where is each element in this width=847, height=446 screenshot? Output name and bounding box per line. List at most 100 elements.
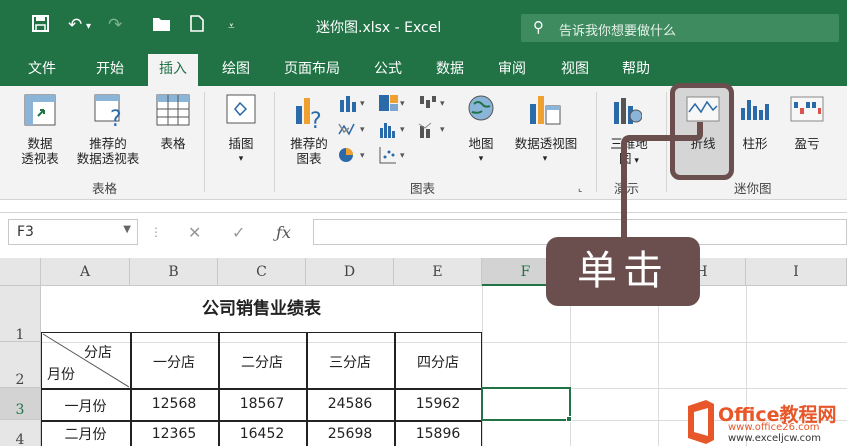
recommended-pivot-button[interactable]: 推荐的 数据透视表: [70, 136, 146, 166]
tell-me-search[interactable]: ⚲ 告诉我你想要做什么: [521, 14, 839, 42]
line-chart-icon[interactable]: ▾: [338, 120, 368, 142]
tab-view[interactable]: 视图: [551, 54, 599, 86]
table-icon[interactable]: [156, 94, 190, 130]
cell-c4[interactable]: 16452: [218, 426, 306, 442]
cell-e4[interactable]: 15896: [394, 426, 482, 442]
click-callout: 单击: [546, 237, 700, 306]
cell-b3[interactable]: 12568: [130, 396, 218, 412]
sparkline-column-button[interactable]: 柱形: [738, 136, 772, 151]
illustrations-button[interactable]: 插图: [224, 136, 258, 151]
col-header-i[interactable]: I: [746, 258, 847, 286]
insert-function-icon[interactable]: ƒx: [276, 223, 291, 242]
gridline: [658, 286, 659, 446]
enter-icon[interactable]: ✓: [232, 223, 245, 242]
maps-button[interactable]: 地图: [464, 136, 498, 151]
tab-file[interactable]: 文件: [18, 54, 66, 86]
col-header-c[interactable]: C: [218, 258, 306, 286]
tab-review[interactable]: 审阅: [488, 54, 536, 86]
pivot-table-icon[interactable]: [24, 94, 56, 130]
tab-insert[interactable]: 插入: [148, 54, 198, 86]
table-title: 公司销售业绩表: [202, 299, 321, 319]
svg-text:▾: ▾: [400, 99, 405, 109]
save-icon[interactable]: [32, 15, 49, 37]
cell-b4[interactable]: 12365: [130, 426, 218, 442]
col-header-b[interactable]: B: [130, 258, 218, 286]
cell-a3[interactable]: 一月份: [41, 396, 130, 416]
header-store-1: 一分店: [153, 355, 195, 371]
table-line: [41, 420, 482, 422]
svg-text:▾: ▾: [360, 125, 365, 135]
cell-d3[interactable]: 24586: [306, 396, 394, 412]
pie-chart-icon[interactable]: ▾: [338, 146, 368, 168]
hierarchy-chart-icon[interactable]: ▾: [378, 94, 408, 116]
svg-text:?: ?: [310, 109, 322, 130]
sparkline-winloss-icon[interactable]: [790, 96, 824, 126]
maps-icon[interactable]: [466, 94, 496, 130]
row-header-1[interactable]: 1: [0, 286, 41, 343]
cell-c3[interactable]: 18567: [218, 396, 306, 412]
group-charts-label: 图表: [410, 181, 436, 196]
pivot-chart-button[interactable]: 数据透视图: [508, 136, 584, 151]
redo-icon[interactable]: ↷: [108, 15, 122, 35]
undo-icon[interactable]: ↶: [68, 15, 82, 35]
cancel-icon[interactable]: ✕: [188, 223, 201, 242]
col-header-e[interactable]: E: [394, 258, 482, 286]
table-button[interactable]: 表格: [156, 136, 190, 151]
cell-e3[interactable]: 15962: [394, 396, 482, 412]
charts-dialog-launcher-icon[interactable]: ⌞: [578, 182, 582, 197]
maps-dropdown-icon[interactable]: ▾: [476, 152, 486, 167]
header-diag-top: 分店: [84, 345, 112, 361]
pivot-table-button[interactable]: 数据 透视表: [18, 136, 62, 166]
recommended-pivot-icon[interactable]: ?: [94, 94, 126, 132]
svg-text:▾: ▾: [440, 125, 445, 135]
name-box[interactable]: F3 ▼: [8, 219, 138, 245]
ribbon: 数据 透视表 ? 推荐的 数据透视表 表格 表格 插图 ▾ ? 推荐的 图表 ▾ ▾ …: [0, 83, 847, 200]
tab-data[interactable]: 数据: [426, 54, 474, 86]
fill-handle[interactable]: [566, 416, 572, 422]
formula-bar-options-icon[interactable]: ⋮: [150, 225, 162, 239]
statistic-chart-icon[interactable]: ▾: [378, 120, 408, 142]
row-header-4[interactable]: 4: [0, 420, 41, 446]
selected-cell-f3[interactable]: [481, 387, 571, 421]
ribbon-tabs: 文件 开始 插入 绘图 页面布局 公式 数据 审阅 视图 帮助: [0, 54, 847, 86]
sparkline-column-icon[interactable]: [738, 96, 772, 126]
combo-chart-icon[interactable]: ▾: [418, 120, 448, 142]
customize-quick-access-icon[interactable]: ⩡: [228, 19, 235, 34]
recommended-charts-button[interactable]: 推荐的 图表: [286, 136, 332, 166]
watermark: Office教程网 www.office26.com www.exceljcw.…: [684, 398, 847, 446]
select-all-corner[interactable]: [0, 258, 41, 286]
group-sparklines-label: 迷你图: [734, 181, 772, 196]
svg-text:▾: ▾: [400, 125, 405, 135]
open-folder-icon[interactable]: [152, 15, 172, 37]
table-line: [41, 388, 482, 390]
row-header-3[interactable]: 3: [0, 388, 41, 420]
waterfall-chart-icon[interactable]: ▾: [418, 94, 448, 116]
group-tables-label: 表格: [92, 181, 118, 196]
recommended-charts-icon[interactable]: ?: [294, 94, 326, 134]
svg-text:▾: ▾: [360, 151, 365, 161]
cell-a4[interactable]: 二月份: [41, 424, 130, 444]
illustrations-dropdown-icon[interactable]: ▾: [236, 152, 246, 167]
row-header-2[interactable]: 2: [0, 342, 41, 388]
illustrations-icon[interactable]: [226, 94, 256, 128]
col-header-d[interactable]: D: [306, 258, 394, 286]
new-file-icon[interactable]: [190, 15, 204, 37]
tab-draw[interactable]: 绘图: [212, 54, 260, 86]
scatter-chart-icon[interactable]: ▾: [378, 146, 408, 168]
search-placeholder: 告诉我你想要做什么: [559, 24, 677, 39]
pivot-chart-dropdown-icon[interactable]: ▾: [540, 152, 550, 167]
tab-home[interactable]: 开始: [86, 54, 134, 86]
undo-dropdown-icon[interactable]: ▾: [86, 21, 91, 32]
group-separator: [274, 92, 275, 192]
tab-formulas[interactable]: 公式: [364, 54, 412, 86]
name-box-value: F3: [17, 224, 34, 240]
tab-page-layout[interactable]: 页面布局: [276, 54, 348, 86]
column-chart-icon[interactable]: ▾: [338, 94, 368, 116]
tab-help[interactable]: 帮助: [612, 54, 660, 86]
col-header-a[interactable]: A: [41, 258, 130, 286]
sparkline-winloss-button[interactable]: 盈亏: [790, 136, 824, 151]
pivot-chart-icon[interactable]: [528, 94, 562, 130]
name-box-dropdown-icon[interactable]: ▼: [123, 224, 131, 235]
cell-d4[interactable]: 25698: [306, 426, 394, 442]
svg-text:?: ?: [110, 107, 122, 128]
